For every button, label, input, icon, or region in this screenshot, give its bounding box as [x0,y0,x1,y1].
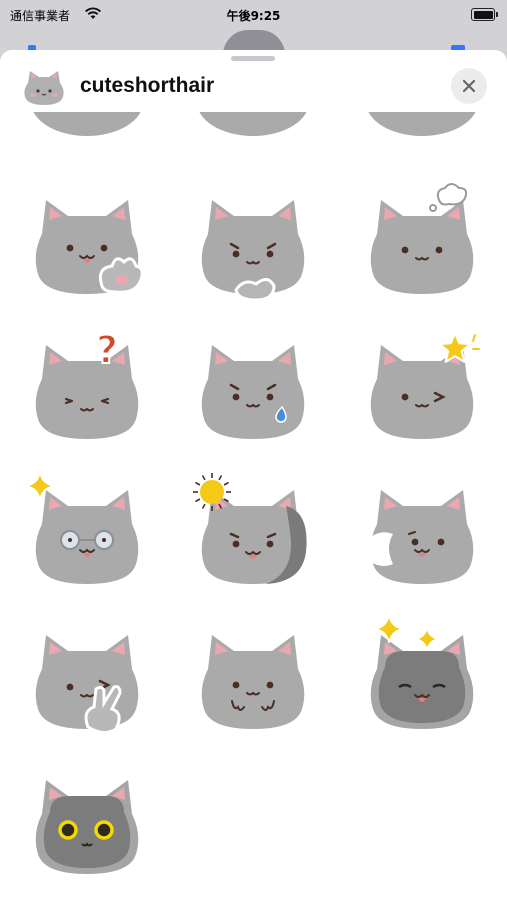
sticker-question[interactable]: ? [20,327,154,461]
sticker-dark-sparkle-art [370,617,474,729]
sticker-glasses[interactable] [20,472,154,606]
sticker-partial-3-art [368,112,476,136]
sticker-star-wink-art [370,332,480,439]
sticker-partial-3[interactable] [355,112,489,186]
sticker-partial-1[interactable] [20,112,154,186]
sticker-surprised[interactable] [355,472,489,606]
sticker-thought-bubble[interactable] [355,182,489,316]
svg-text:?: ? [96,328,118,372]
sticker-glasses-art [25,472,139,584]
sticker-thought-bubble-art [370,183,474,294]
sticker-paw-wave-art [35,200,144,294]
sticker-shy-art [201,635,305,729]
sticker-peace-wink-art [35,635,139,734]
sticker-shy[interactable] [186,617,320,751]
pack-cat-icon [24,71,64,105]
sticker-sweat-art [201,345,305,439]
sticker-sheet: cuteshorthair ? [0,50,507,900]
sticker-question-art: ? [35,327,139,439]
sticker-dark-yellow-eyes-art [35,780,139,874]
sticker-shock[interactable] [186,472,320,606]
sticker-partial-1-art [33,112,141,136]
sheet-grabber[interactable] [231,56,275,61]
sticker-thinking-mouth[interactable] [186,182,320,316]
battery-icon [471,8,498,21]
close-icon [462,79,476,93]
sticker-partial-2[interactable] [186,112,320,186]
sticker-peace-wink[interactable] [20,617,154,751]
sticker-thinking-mouth-art [201,200,305,302]
sticker-shock-art [193,473,307,584]
sticker-star-wink[interactable] [355,327,489,461]
sticker-paw-wave[interactable] [20,182,154,316]
close-button[interactable] [451,68,487,104]
sheet-header: cuteshorthair [0,64,507,112]
status-time: 午後9:25 [226,9,281,23]
sticker-grid: ? [0,112,507,900]
pack-title: cuteshorthair [80,74,215,97]
sticker-sweat[interactable] [186,327,320,461]
sticker-dark-sparkle[interactable] [355,617,489,751]
status-bar: 通信事業者 午後9:25 [0,0,507,30]
sticker-dark-yellow-eyes[interactable] [20,762,154,896]
sticker-partial-2-art [199,112,307,136]
sticker-surprised-art [365,490,474,584]
